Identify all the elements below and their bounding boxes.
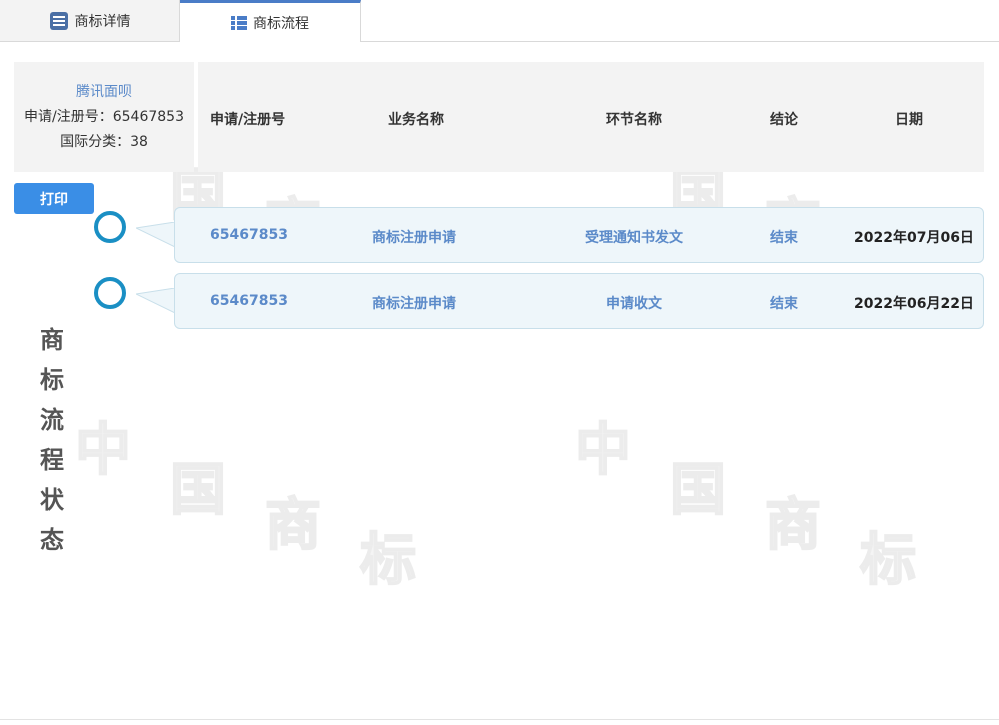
header-node: 环节名称	[606, 112, 662, 128]
title-char: 程	[40, 446, 64, 474]
process-row: 65467853 商标注册申请 申请收文 结束 2022年06月22日	[174, 273, 984, 329]
timeline-node	[94, 277, 126, 309]
row-result: 结束	[770, 230, 798, 246]
row-business: 商标注册申请	[372, 296, 456, 312]
row-business: 商标注册申请	[372, 230, 456, 246]
header-business: 业务名称	[388, 112, 444, 128]
tab-trademark-process[interactable]: 商标流程	[180, 0, 361, 42]
row-node: 申请收文	[606, 296, 662, 312]
title-char: 流	[40, 406, 64, 434]
header-result: 结论	[770, 112, 798, 128]
title-char: 标	[40, 366, 64, 394]
bottom-divider	[0, 719, 999, 720]
document-list-icon	[49, 11, 69, 31]
watermark-char: 国	[169, 457, 227, 524]
watermark-char: 商	[764, 492, 822, 559]
watermark-char: 标	[359, 527, 417, 594]
title-char: 态	[40, 526, 64, 554]
print-button[interactable]: 打印	[14, 183, 94, 214]
registration-number: 申请/注册号：65467853	[24, 109, 184, 125]
trademark-info-box: 腾讯面呗 申请/注册号：65467853 国际分类：38	[14, 62, 194, 172]
list-icon	[231, 15, 247, 31]
tab-label: 商标详情	[74, 13, 131, 30]
process-table-header: 申请/注册号 业务名称 环节名称 结论 日期	[198, 62, 984, 172]
row-date: 2022年06月22日	[854, 296, 974, 312]
row-date: 2022年07月06日	[854, 230, 974, 246]
header-date: 日期	[895, 112, 923, 128]
watermark-char: 国	[669, 457, 727, 524]
row-node: 受理通知书发文	[585, 230, 683, 246]
watermark-char: 商	[264, 492, 322, 559]
trademark-name[interactable]: 腾讯面呗	[14, 80, 194, 105]
row-reg-no[interactable]: 65467853	[210, 227, 288, 243]
title-char: 商	[40, 326, 64, 354]
row-reg-no[interactable]: 65467853	[210, 293, 288, 309]
row-pointer	[136, 288, 176, 314]
watermark-char: 中	[74, 417, 132, 484]
process-row: 65467853 商标注册申请 受理通知书发文 结束 2022年07月06日	[174, 207, 984, 263]
watermark-char: 标	[859, 527, 917, 594]
tab-label: 商标流程	[253, 15, 309, 32]
tab-bar: 商标详情 商标流程	[0, 0, 999, 42]
process-status-title: 商 标 流 程 状 态	[37, 320, 67, 560]
international-class: 国际分类：38	[60, 134, 148, 150]
tab-trademark-details[interactable]: 商标详情	[0, 0, 180, 41]
header-reg-no: 申请/注册号	[210, 112, 286, 128]
title-char: 状	[40, 486, 64, 514]
watermark-char: 中	[574, 417, 632, 484]
timeline-node	[94, 211, 126, 243]
row-result: 结束	[770, 296, 798, 312]
row-pointer	[136, 222, 176, 248]
